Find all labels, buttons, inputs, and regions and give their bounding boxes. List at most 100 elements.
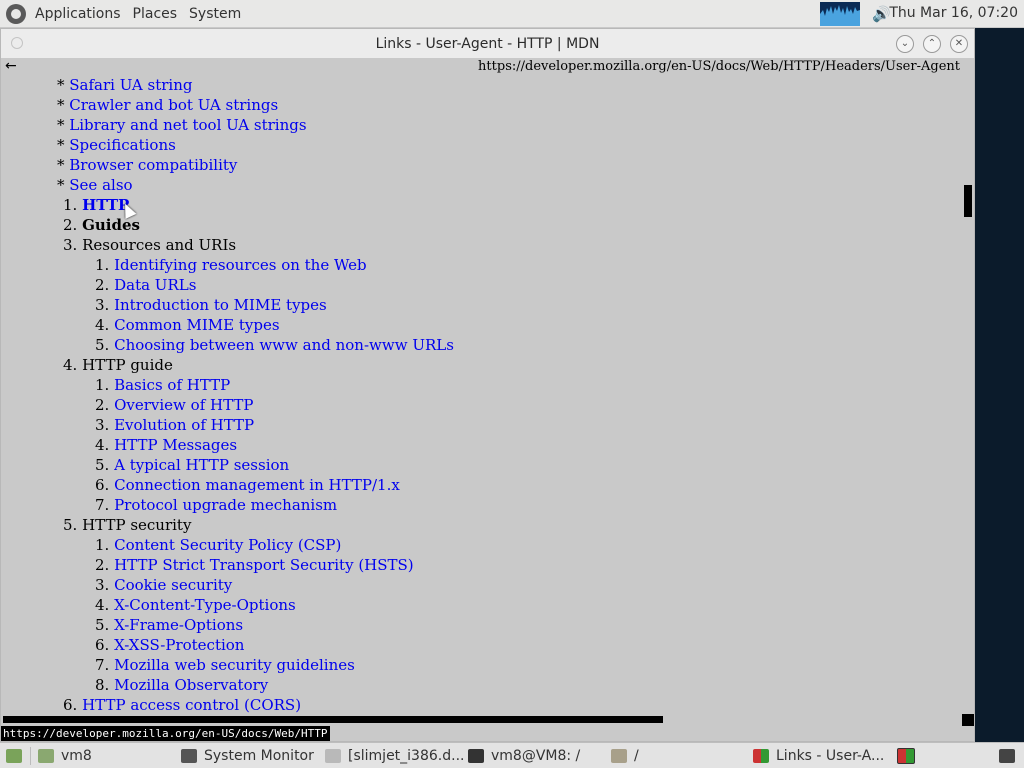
scroll-corner: [962, 714, 974, 726]
nav-link[interactable]: Mozilla web security guidelines: [114, 656, 355, 674]
vertical-scrollbar[interactable]: [962, 76, 974, 714]
menu-places[interactable]: Places: [130, 6, 181, 22]
terminal-icon: [468, 749, 484, 763]
nav-number: 2.: [95, 276, 110, 294]
nav-subitem: 3. Evolution of HTTP: [95, 415, 254, 435]
monitor-icon: [181, 749, 197, 763]
window-titlebar[interactable]: Links - User-Agent - HTTP | MDN ⌄ ⌃ ✕: [1, 29, 974, 59]
nav-link[interactable]: Identifying resources on the Web: [114, 256, 367, 274]
toc-link[interactable]: Library and net tool UA strings: [69, 116, 306, 134]
system-monitor-graph-icon[interactable]: [820, 2, 860, 26]
close-icon[interactable]: ✕: [950, 35, 968, 53]
nav-number: 3.: [95, 576, 110, 594]
nav-link[interactable]: Data URLs: [114, 276, 196, 294]
nav-number: 3.: [63, 236, 78, 254]
back-arrow-icon[interactable]: ←: [5, 58, 17, 74]
nav-link[interactable]: A typical HTTP session: [114, 456, 289, 474]
toc-link[interactable]: Specifications: [69, 136, 176, 154]
status-bar: https://developer.mozilla.org/en-US/docs…: [1, 726, 974, 741]
nav-subitem: 2. HTTP Strict Transport Security (HSTS): [95, 555, 414, 575]
nav-number: 2.: [63, 216, 78, 234]
nav-link[interactable]: HTTP access control (CORS): [82, 696, 301, 714]
nav-label: HTTP security: [82, 516, 192, 534]
toc-link[interactable]: Safari UA string: [69, 76, 192, 94]
nav-number: 1.: [63, 196, 78, 214]
toc-link[interactable]: Browser compatibility: [69, 156, 237, 174]
nav-subitem: 5. Choosing between www and non-www URLs: [95, 335, 454, 355]
nav-item: 3. Resources and URIs: [63, 235, 236, 255]
horizontal-scrollbar[interactable]: [1, 714, 974, 726]
nav-link[interactable]: Basics of HTTP: [114, 376, 230, 394]
toc-link[interactable]: Crawler and bot UA strings: [69, 96, 278, 114]
minimize-icon[interactable]: ⌄: [896, 35, 914, 53]
tray-icon[interactable]: [999, 747, 1015, 765]
show-desktop-icon[interactable]: [6, 747, 22, 765]
menu-applications[interactable]: Applications: [32, 6, 124, 22]
nav-link[interactable]: HTTP Strict Transport Security (HSTS): [114, 556, 414, 574]
nav-link[interactable]: Overview of HTTP: [114, 396, 253, 414]
taskbar-item-system-monitor[interactable]: System Monitor: [181, 747, 314, 765]
nav-number: 5.: [95, 456, 110, 474]
url-bar: ← https://developer.mozilla.org/en-US/do…: [1, 58, 974, 76]
page-content: * Safari UA string * Crawler and bot UA …: [1, 76, 962, 714]
workspace-switcher-icon[interactable]: [897, 747, 915, 765]
toc-item: * Library and net tool UA strings: [57, 116, 307, 134]
folder-icon: [611, 749, 627, 763]
nav-number: 7.: [95, 656, 110, 674]
nav-number: 2.: [95, 396, 110, 414]
menu-system[interactable]: System: [186, 6, 244, 22]
nav-link[interactable]: X-XSS-Protection: [114, 636, 244, 654]
taskbar-item-vm8[interactable]: vm8: [38, 747, 92, 765]
toc-link[interactable]: See also: [69, 176, 132, 194]
taskbar-item-links-browser[interactable]: Links - User-A...: [753, 747, 884, 765]
nav-link[interactable]: Introduction to MIME types: [114, 296, 327, 314]
window-title: Links - User-Agent - HTTP | MDN: [375, 36, 600, 52]
nav-link[interactable]: Choosing between www and non-www URLs: [114, 336, 454, 354]
nav-subitem: 2. Data URLs: [95, 275, 196, 295]
nav-item: 5. HTTP security: [63, 515, 191, 535]
toc-item: * Safari UA string: [57, 76, 193, 94]
nav-number: 3.: [95, 296, 110, 314]
nav-subitem: 4. Common MIME types: [95, 315, 280, 335]
nav-number: 6.: [95, 476, 110, 494]
nav-link[interactable]: X-Content-Type-Options: [114, 596, 296, 614]
nav-number: 8.: [95, 676, 110, 694]
taskbar-item-root-folder[interactable]: /: [611, 747, 639, 765]
nav-link[interactable]: Connection management in HTTP/1.x: [114, 476, 400, 494]
vertical-scroll-thumb[interactable]: [964, 185, 972, 217]
taskbar-item-terminal[interactable]: vm8@VM8: /: [468, 747, 580, 765]
nav-subitem: 6. X-XSS-Protection: [95, 635, 244, 655]
nav-link[interactable]: Content Security Policy (CSP): [114, 536, 341, 554]
nav-subitem: 1. Identifying resources on the Web: [95, 255, 367, 275]
nav-link[interactable]: Mozilla Observatory: [114, 676, 268, 694]
folder-icon: [38, 749, 54, 763]
nav-number: 5.: [95, 336, 110, 354]
nav-subitem: 1. Content Security Policy (CSP): [95, 535, 341, 555]
nav-subitem: 3. Cookie security: [95, 575, 232, 595]
horizontal-scroll-thumb[interactable]: [3, 716, 663, 723]
nav-number: 5.: [63, 516, 78, 534]
nav-link[interactable]: Common MIME types: [114, 316, 279, 334]
package-icon: [325, 749, 341, 763]
nav-label-guides: Guides: [82, 216, 140, 234]
nav-link[interactable]: HTTP Messages: [114, 436, 237, 454]
nav-subitem: 7. Mozilla web security guidelines: [95, 655, 355, 675]
nav-number: 6.: [95, 636, 110, 654]
nav-link[interactable]: Cookie security: [114, 576, 232, 594]
taskbar-item-slimjet[interactable]: [slimjet_i386.d...: [325, 747, 464, 765]
nav-subitem: 4. X-Content-Type-Options: [95, 595, 296, 615]
nav-number: 6.: [63, 696, 78, 714]
nav-link[interactable]: Protocol upgrade mechanism: [114, 496, 337, 514]
clock[interactable]: Thu Mar 16, 07:20: [889, 5, 1018, 21]
maximize-icon[interactable]: ⌃: [923, 35, 941, 53]
toc-item: * See also: [57, 176, 133, 194]
distro-logo-icon[interactable]: [6, 3, 26, 24]
nav-subitem: 5. A typical HTTP session: [95, 455, 289, 475]
nav-subitem: 7. Protocol upgrade mechanism: [95, 495, 337, 515]
nav-item: 4. HTTP guide: [63, 355, 173, 375]
volume-icon[interactable]: 🔊: [872, 5, 891, 23]
nav-link[interactable]: X-Frame-Options: [114, 616, 243, 634]
nav-item: 2. Guides: [63, 215, 140, 235]
nav-link[interactable]: Evolution of HTTP: [114, 416, 254, 434]
nav-subitem: 4. HTTP Messages: [95, 435, 237, 455]
